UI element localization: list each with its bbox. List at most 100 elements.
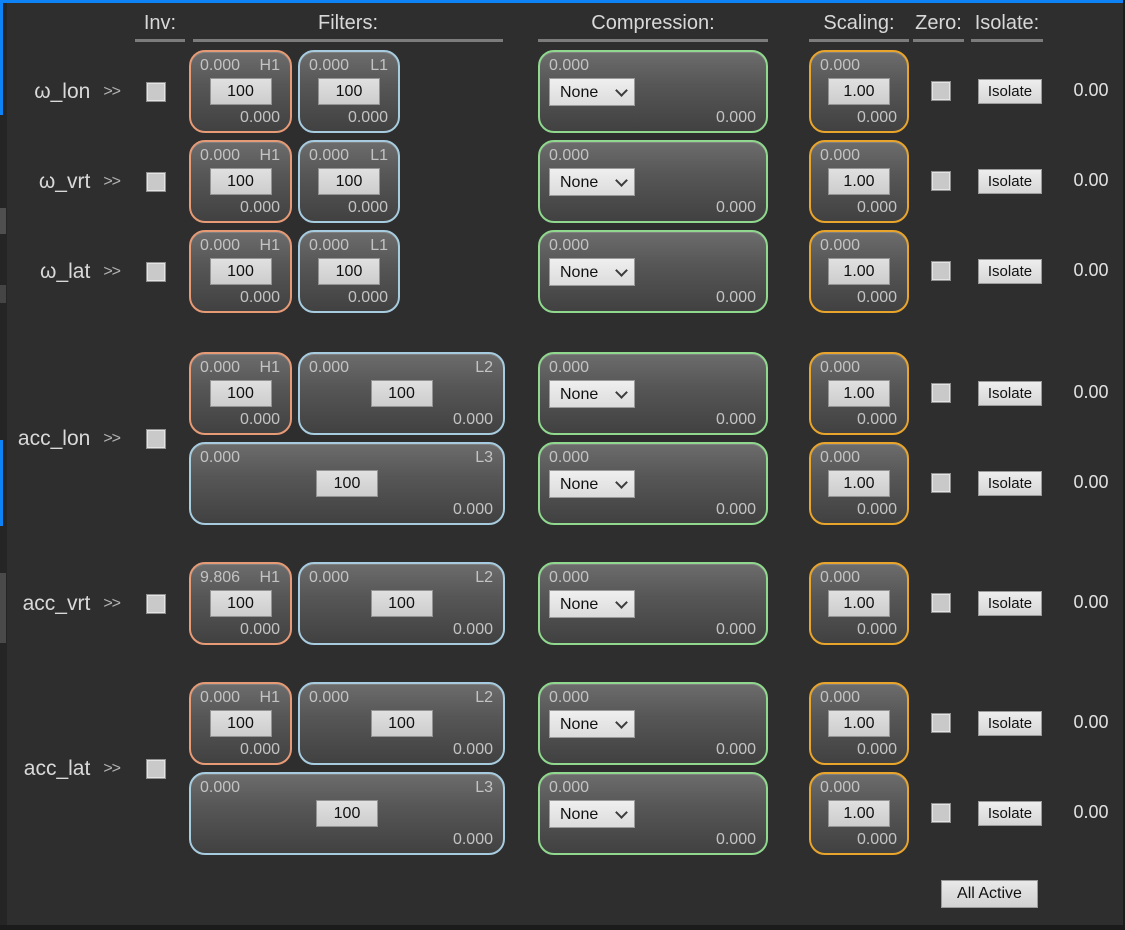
filter-cutoff-input[interactable] xyxy=(370,710,433,737)
header-filters: Filters: xyxy=(318,12,378,34)
channel-subrow: 0.000H10.0000.000L10.0000.000None0.0000.… xyxy=(0,50,1125,133)
compression-select[interactable]: None xyxy=(549,258,635,286)
filter-cutoff-input[interactable] xyxy=(318,258,380,285)
zero-checkbox[interactable] xyxy=(931,81,951,101)
compression-select[interactable]: None xyxy=(549,470,635,498)
zero-checkbox[interactable] xyxy=(931,261,951,281)
compression-input-value: 0.000 xyxy=(549,449,590,466)
compression-select[interactable]: None xyxy=(549,380,635,408)
scaling-input-value: 0.000 xyxy=(820,569,861,586)
filter-cutoff-input[interactable] xyxy=(318,78,380,105)
row-result-value: 0.00 xyxy=(1073,170,1109,190)
filter-cutoff-input[interactable] xyxy=(370,380,433,407)
header-compression: Compression: xyxy=(591,12,715,34)
compression-select-wrap: None xyxy=(549,380,635,408)
window-top-focus-edge xyxy=(0,0,1125,3)
filter-config-panel: Inv: Filters: Compression: Scaling: Zero… xyxy=(0,0,1125,930)
row-result-value: 0.00 xyxy=(1073,712,1109,732)
channel-subrow: 0.000H10.0000.000L20.0000.000None0.0000.… xyxy=(0,352,1125,435)
compression-output-value: 0.000 xyxy=(715,621,756,638)
filter-cutoff-input[interactable] xyxy=(209,258,272,285)
filter-output-value: 0.000 xyxy=(239,621,280,638)
scaling-factor-input[interactable] xyxy=(828,380,890,407)
scaling-output-value: 0.000 xyxy=(856,199,897,216)
zero-checkbox[interactable] xyxy=(931,803,951,823)
isolate-button[interactable]: Isolate xyxy=(978,169,1042,194)
compression-select[interactable]: None xyxy=(549,800,635,828)
filter-tag: H1 xyxy=(259,237,280,254)
scaling-output-value: 0.000 xyxy=(856,411,897,428)
filter-box-l1: 0.000 L1 0.000 xyxy=(298,140,400,223)
scaling-factor-input[interactable] xyxy=(828,590,890,617)
filter-output-value: 0.000 xyxy=(239,199,280,216)
filter-tag: L1 xyxy=(370,147,388,164)
zero-checkbox[interactable] xyxy=(931,383,951,403)
compression-box: 0.000 None 0.000 xyxy=(538,140,768,223)
compression-select-wrap: None xyxy=(549,78,635,106)
compression-select[interactable]: None xyxy=(549,168,635,196)
filter-tag: L1 xyxy=(370,57,388,74)
compression-input-value: 0.000 xyxy=(549,237,590,254)
scaling-output-value: 0.000 xyxy=(856,741,897,758)
filter-cutoff-input[interactable] xyxy=(209,78,272,105)
scaling-factor-input[interactable] xyxy=(828,78,890,105)
header-inv-rule xyxy=(135,39,185,42)
filter-input-value: 0.000 xyxy=(309,569,350,586)
scaling-input-value: 0.000 xyxy=(820,779,861,796)
scaling-input-value: 0.000 xyxy=(820,689,861,706)
filter-input-value: 0.000 xyxy=(200,779,241,796)
scaling-output-value: 0.000 xyxy=(856,621,897,638)
filter-cutoff-input[interactable] xyxy=(209,590,272,617)
filter-output-value: 0.000 xyxy=(347,289,388,306)
filter-tag: H1 xyxy=(259,359,280,376)
filter-box-h1: 9.806 H1 0.000 xyxy=(189,562,292,645)
header-filters-rule xyxy=(193,39,503,42)
filter-input-value: 0.000 xyxy=(309,359,350,376)
compression-output-value: 0.000 xyxy=(715,289,756,306)
scaling-input-value: 0.000 xyxy=(820,449,861,466)
filter-cutoff-input[interactable] xyxy=(316,470,378,497)
isolate-button[interactable]: Isolate xyxy=(978,79,1042,104)
filter-output-value: 0.000 xyxy=(347,109,388,126)
filter-box-h1: 0.000 H1 0.000 xyxy=(189,140,292,223)
filter-cutoff-input[interactable] xyxy=(209,710,272,737)
isolate-button[interactable]: Isolate xyxy=(978,471,1042,496)
compression-select[interactable]: None xyxy=(549,710,635,738)
filter-cutoff-input[interactable] xyxy=(316,800,378,827)
filter-cutoff-input[interactable] xyxy=(370,590,433,617)
zero-checkbox[interactable] xyxy=(931,593,951,613)
zero-checkbox[interactable] xyxy=(931,713,951,733)
filter-output-value: 0.000 xyxy=(239,411,280,428)
scaling-factor-input[interactable] xyxy=(828,168,890,195)
compression-output-value: 0.000 xyxy=(715,501,756,518)
filter-cutoff-input[interactable] xyxy=(209,168,272,195)
filter-cutoff-input[interactable] xyxy=(209,380,272,407)
filter-input-value: 9.806 xyxy=(200,569,241,586)
scaling-output-value: 0.000 xyxy=(856,289,897,306)
compression-output-value: 0.000 xyxy=(715,831,756,848)
scaling-factor-input[interactable] xyxy=(828,258,890,285)
channel-subrow: 0.000 L3 0.000 0.000 None 0.000 0.000 0.000 Isol… xyxy=(0,442,1125,525)
isolate-button[interactable]: Isolate xyxy=(978,711,1042,736)
isolate-button[interactable]: Isolate xyxy=(978,801,1042,826)
scaling-factor-input[interactable] xyxy=(828,710,890,737)
scaling-factor-input[interactable] xyxy=(828,800,890,827)
compression-select[interactable]: None xyxy=(549,78,635,106)
isolate-button[interactable]: Isolate xyxy=(978,381,1042,406)
filter-output-value: 0.000 xyxy=(452,411,493,428)
all-active-button[interactable]: All Active xyxy=(941,880,1038,908)
zero-checkbox[interactable] xyxy=(931,171,951,191)
filter-cutoff-input[interactable] xyxy=(318,168,380,195)
scaling-box: 0.000 0.000 xyxy=(809,682,909,765)
compression-output-value: 0.000 xyxy=(715,741,756,758)
filter-box-l3: 0.000 L3 0.000 xyxy=(189,442,505,525)
compression-select-wrap: None xyxy=(549,710,635,738)
zero-checkbox[interactable] xyxy=(931,473,951,493)
compression-select[interactable]: None xyxy=(549,590,635,618)
filter-tag: L3 xyxy=(475,779,493,796)
filter-input-value: 0.000 xyxy=(200,359,241,376)
compression-select-wrap: None xyxy=(549,258,635,286)
scaling-factor-input[interactable] xyxy=(828,470,890,497)
isolate-button[interactable]: Isolate xyxy=(978,259,1042,284)
isolate-button[interactable]: Isolate xyxy=(978,591,1042,616)
